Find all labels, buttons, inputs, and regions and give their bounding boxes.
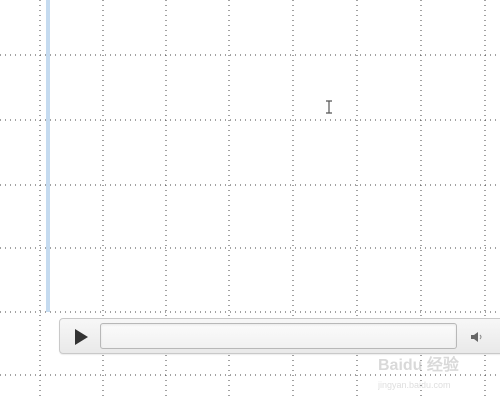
play-button[interactable]: [66, 323, 94, 351]
play-icon: [75, 329, 88, 345]
watermark-text: Baidu 经验: [378, 355, 460, 374]
timeline-scrubber[interactable]: [100, 323, 457, 349]
watermark-subtext: jingyan.baidu.com: [378, 380, 451, 390]
text-cursor-icon: [326, 100, 332, 114]
speaker-icon[interactable]: [468, 328, 486, 346]
watermark-logo: Baidu 经验 jingyan.baidu.com: [378, 355, 460, 390]
media-player-controls: [59, 318, 500, 354]
text-selection-highlight: [46, 0, 50, 312]
